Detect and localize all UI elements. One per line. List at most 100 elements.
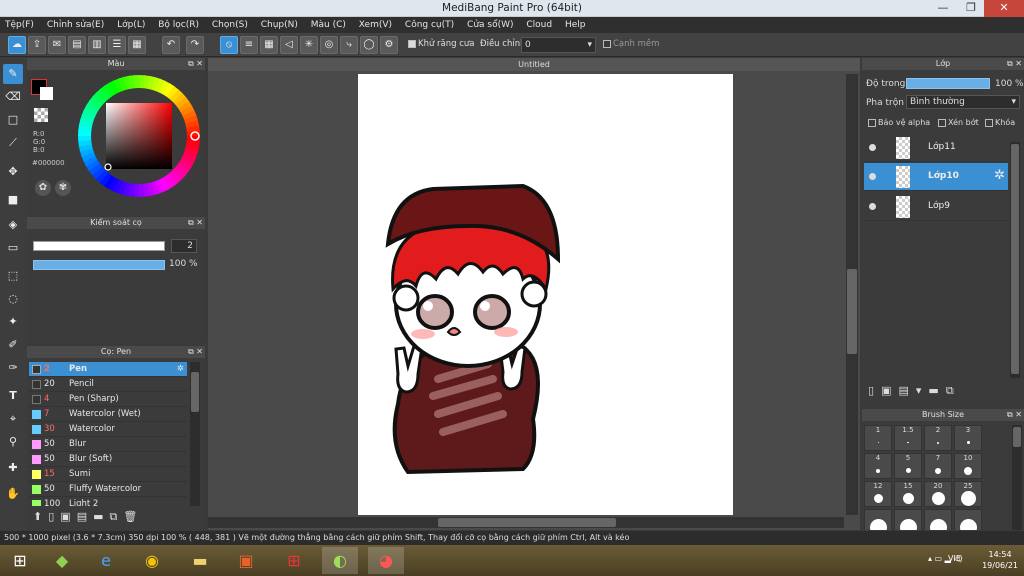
file-explorer-icon[interactable]: ▬ [182, 547, 218, 574]
zoom-tool-icon[interactable]: ✚ [3, 458, 23, 478]
export-icon[interactable]: ⇪ [28, 36, 46, 54]
eyedropper-tool-icon[interactable]: ⚲ [3, 432, 23, 452]
list-item[interactable]: 30 Watercolor [29, 422, 187, 437]
comment-icon[interactable]: ✉ [48, 36, 66, 54]
medibang-icon[interactable]: ◐ [322, 547, 358, 574]
gradation-tool-icon[interactable]: ▭ [3, 238, 23, 258]
dot-tool-icon[interactable]: □ [3, 110, 23, 130]
layer-row-lop11[interactable]: Lớp11 [864, 134, 1008, 162]
panel-close-icon[interactable]: ⧉ ✕ [188, 217, 203, 229]
layer-list-scrollbar[interactable] [1010, 142, 1020, 378]
divide-tool-icon[interactable]: ⌖ [3, 409, 23, 429]
folder-icon[interactable]: ▬ [93, 510, 109, 523]
windows-start-icon[interactable]: ⊞ [2, 547, 38, 574]
antialias-checkbox[interactable] [408, 39, 416, 48]
brush-size-cell[interactable]: 15 [894, 481, 922, 507]
select-rect-tool-icon[interactable]: ⬚ [3, 266, 23, 286]
brush-size-cell[interactable]: 25 [954, 481, 982, 507]
layer-row-lop10[interactable]: Lớp10 ✲ [864, 163, 1008, 191]
blend-dropdown[interactable]: Bình thường ▾ [906, 95, 1020, 109]
clipping-checkbox[interactable] [938, 118, 946, 127]
list-item[interactable]: 2 Pen ✲ [29, 362, 187, 377]
select-eraser-tool-icon[interactable]: ✑ [3, 358, 23, 378]
duplicate-icon[interactable]: ⧉ [110, 510, 124, 523]
bluestacks-icon[interactable]: ◆ [44, 547, 80, 574]
gear-icon[interactable]: ✲ [177, 362, 184, 377]
snap-off-icon[interactable]: ⦸ [220, 36, 238, 54]
menu-filter[interactable]: Bộ lọc(R) [153, 17, 204, 33]
lock-checkbox[interactable] [985, 118, 993, 127]
snap-circle-icon[interactable]: ◎ [320, 36, 338, 54]
brush-size-cell[interactable]: 12 [864, 481, 892, 507]
folder-icon[interactable]: ▬ [928, 384, 945, 397]
brush-add-icon[interactable]: ⬆ [33, 510, 48, 523]
brush-size-cell[interactable]: 20 [924, 481, 952, 507]
edge-checkbox[interactable] [603, 39, 611, 48]
brush-size-scrollbar[interactable] [1012, 425, 1022, 530]
menu-cloud[interactable]: Cloud [521, 17, 557, 33]
protect-alpha-checkbox[interactable] [868, 118, 876, 127]
adjust-dropdown[interactable]: 0 ▾ [521, 37, 596, 53]
list-item[interactable]: 20 Pencil [29, 377, 187, 392]
snap-settings-icon[interactable]: ⚙ [380, 36, 398, 54]
brush-size-cell[interactable]: 10 [954, 453, 982, 479]
menu-snap[interactable]: Chụp(N) [256, 17, 303, 33]
new-halftone-layer-icon[interactable]: ▣ [881, 384, 898, 397]
brush-size-cell[interactable]: 7 [924, 453, 952, 479]
eye-icon[interactable] [869, 144, 876, 151]
page-icon[interactable]: ▥ [88, 36, 106, 54]
powerpoint-icon[interactable]: ▣ [228, 547, 264, 574]
internet-explorer-icon[interactable]: e [88, 547, 124, 574]
list-item[interactable]: 50 Blur [29, 437, 187, 452]
panel-close-icon[interactable]: ⧉ ✕ [1007, 409, 1022, 421]
brush-size-cell[interactable] [894, 509, 922, 530]
grid-icon[interactable]: ▦ [128, 36, 146, 54]
secondary-color-swatch[interactable] [40, 87, 53, 100]
horizontal-scrollbar[interactable] [208, 517, 844, 528]
brush-import-icon[interactable]: ▤ [77, 510, 93, 523]
transparent-color-swatch[interactable] [34, 108, 48, 122]
trash-icon[interactable]: 🗑 [123, 510, 143, 523]
cloud-icon[interactable]: ☁ [8, 36, 26, 54]
text-tool-icon[interactable]: T [3, 386, 23, 406]
close-button[interactable]: ✕ [984, 0, 1024, 17]
palette-icon[interactable]: ✿ [35, 180, 51, 196]
eye-icon[interactable] [869, 173, 876, 180]
menu-layer[interactable]: Lớp(L) [112, 17, 150, 33]
move-tool-icon[interactable]: ✥ [3, 162, 23, 182]
brush-size-slider[interactable] [33, 241, 165, 251]
snap-curve-icon[interactable]: ⤷ [340, 36, 358, 54]
select-pen-tool-icon[interactable]: ✐ [3, 335, 23, 355]
language-indicator[interactable]: VIE [948, 554, 961, 563]
brush-size-cell[interactable] [864, 509, 892, 530]
stroke-tool-icon[interactable]: ⟋ [3, 133, 23, 153]
note-icon[interactable]: ▤ [68, 36, 86, 54]
snap-parallel-icon[interactable]: ≡ [240, 36, 258, 54]
eraser-tool-icon[interactable]: ⌫ [3, 87, 23, 107]
panel-close-icon[interactable]: ⧉ ✕ [1007, 58, 1022, 70]
app-grid-icon[interactable]: ⊞ [276, 547, 312, 574]
brush-size-cell[interactable] [924, 509, 952, 530]
list-item[interactable]: 50 Blur (Soft) [29, 452, 187, 467]
brush-size-cell[interactable] [954, 509, 982, 530]
brush-size-cell[interactable]: 1.5 [894, 425, 922, 451]
new-layer-icon[interactable]: ▯ [868, 384, 881, 397]
brush-size-cell[interactable]: 2 [924, 425, 952, 451]
menu-edit[interactable]: Chỉnh sửa(E) [42, 17, 109, 33]
brush-opacity-slider[interactable] [33, 260, 165, 270]
menu-color[interactable]: Màu (C) [306, 17, 351, 33]
list-item[interactable]: 100 Light 2 [29, 497, 187, 506]
clock[interactable]: 14:54 19/06/21 [982, 549, 1018, 571]
snap-radial-icon[interactable]: ✳ [300, 36, 318, 54]
duplicate-icon[interactable]: ⧉ [946, 384, 961, 397]
gear-icon[interactable]: ✲ [994, 168, 1005, 183]
menu-window[interactable]: Cửa sổ(W) [462, 17, 518, 33]
brush-list-scrollbar[interactable] [190, 362, 200, 506]
brush-size-cell[interactable]: 5 [894, 453, 922, 479]
fill-tool-icon[interactable]: ◈ [3, 215, 23, 235]
hand-tool-icon[interactable]: ✋ [3, 484, 23, 504]
chrome-icon[interactable]: ◉ [134, 547, 170, 574]
list-item[interactable]: 15 Sumi [29, 467, 187, 482]
list-item[interactable]: 4 Pen (Sharp) [29, 392, 187, 407]
new-8bit-layer-icon[interactable]: ▤ [898, 384, 915, 397]
